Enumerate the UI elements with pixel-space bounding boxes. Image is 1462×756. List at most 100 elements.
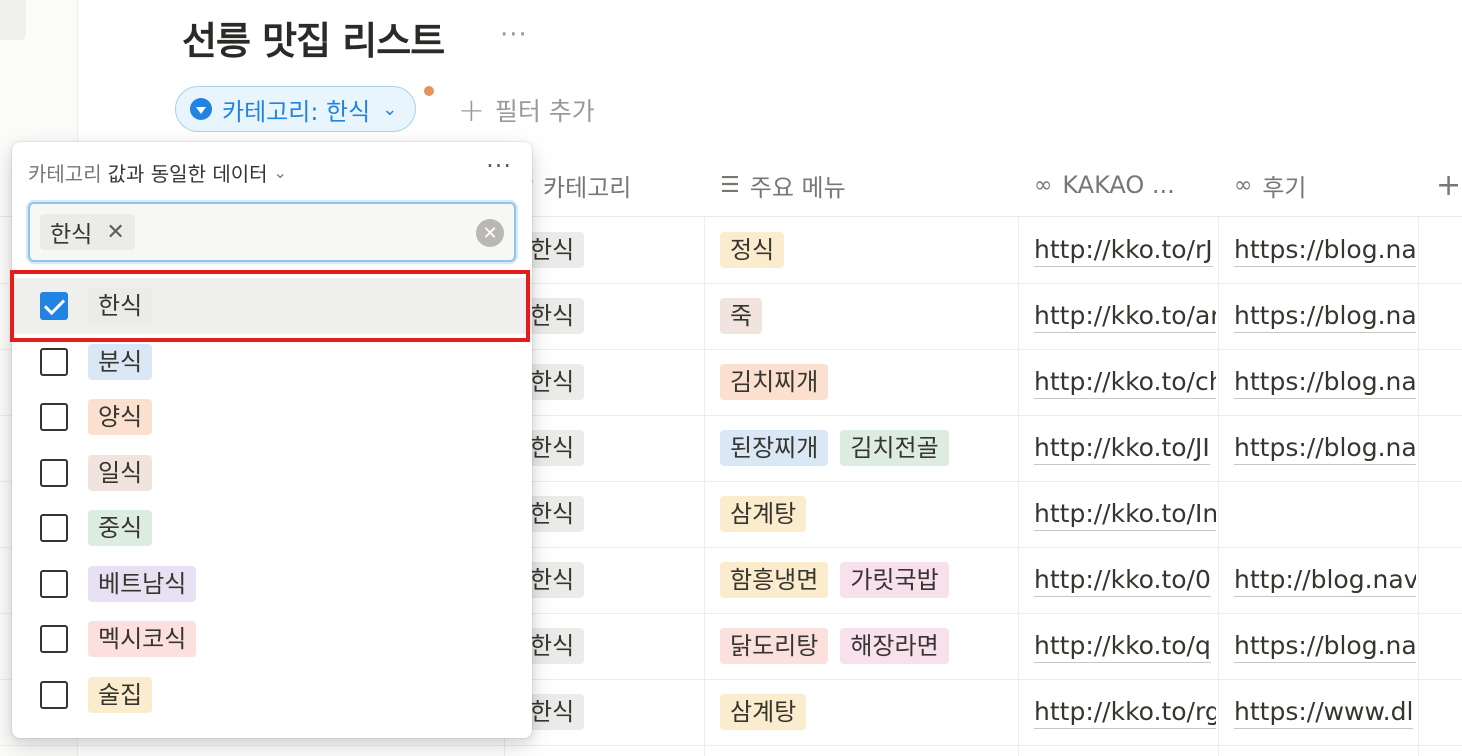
review-link[interactable]: https://blog.na [1234, 614, 1416, 678]
table-row[interactable]: 한식 [524, 548, 585, 612]
chevron-down-icon: ⌄ [273, 163, 287, 182]
table-row[interactable]: 한식 [524, 482, 585, 546]
add-filter-button[interactable]: + 필터 추가 [458, 92, 595, 128]
category-tag: 한식 [524, 364, 585, 400]
page-title: 선릉 맛집 리스트 [182, 19, 445, 63]
link-text: https://blog.na [1234, 300, 1416, 333]
kakao-link[interactable]: http://kko.to/0 [1034, 548, 1216, 612]
option-4[interactable]: 일식 [12, 445, 532, 501]
filter-dropdown: 카테고리 값과 동일한 데이터 ⌄ ··· 한식 ✕ ✕ 한식 분식 양식 일식 중식 베… [12, 142, 532, 738]
filter-condition-selector[interactable]: 카테고리 값과 동일한 데이터 ⌄ [28, 158, 287, 187]
kakao-link[interactable]: http://kko.to/rJ [1034, 218, 1216, 282]
checkbox[interactable] [40, 347, 68, 376]
review-link[interactable]: https://blog.na [1234, 284, 1416, 348]
selected-token: 한식 ✕ [40, 214, 135, 250]
review-link[interactable]: https://blog.na [1234, 218, 1416, 282]
option-tag: 일식 [88, 454, 153, 491]
link-text: http://kko.to/q [1034, 630, 1211, 663]
kakao-link[interactable]: http://kko.to/ar [1034, 284, 1216, 348]
option-7[interactable]: 멕시코식 [12, 611, 532, 667]
kakao-link[interactable]: http://kko.to/q [1034, 614, 1216, 678]
category-tag: 한식 [524, 232, 585, 268]
option-5[interactable]: 중식 [12, 500, 532, 556]
category-filter-chip[interactable]: 카테고리: 한식 ⌄ [175, 86, 417, 132]
kakao-link[interactable]: http://kko.to/JI [1034, 416, 1216, 480]
checkbox[interactable] [40, 680, 68, 709]
checkbox[interactable] [40, 403, 68, 431]
table-row[interactable]: 한식 [524, 680, 585, 744]
menu-cell[interactable]: 삼계탕 [720, 680, 1010, 744]
link-text: http://kko.to/In [1034, 498, 1216, 531]
menu-cell[interactable]: 된장찌개 김치전골 [720, 416, 1010, 480]
column-header-label: 후기 [1262, 173, 1307, 202]
menu-cell[interactable]: 함흥냉면 가릿국밥 [720, 548, 1010, 612]
option-6[interactable]: 베트남식 [12, 556, 532, 612]
option-tag: 분식 [88, 343, 153, 380]
menu-tag: 닭도리탕 [720, 628, 829, 664]
link-text: http://kko.to/ch [1034, 366, 1216, 399]
menu-tag: 김치찌개 [720, 364, 829, 400]
menu-cell[interactable]: 닭도리탕 해장라면 [720, 614, 1010, 678]
kakao-link[interactable]: http://kko.to/ch [1034, 350, 1216, 414]
table-row[interactable]: 한식 [524, 218, 585, 282]
menu-tag: 삼계탕 [720, 694, 807, 730]
link-text: https://blog.na [1234, 366, 1416, 399]
category-tag: 한식 [524, 496, 585, 532]
kakao-link[interactable]: http://kko.to/rg [1034, 680, 1216, 744]
option-tag: 멕시코식 [88, 621, 197, 657]
divider [1218, 216, 1219, 756]
review-link[interactable]: https://blog.na [1234, 416, 1416, 480]
checkbox[interactable] [40, 625, 68, 653]
link-text: http://kko.to/0 [1034, 564, 1211, 597]
menu-cell[interactable]: 삼계탕 [720, 482, 1010, 546]
clear-icon[interactable]: ✕ [476, 219, 504, 247]
link-text: http://kko.to/JI [1034, 432, 1210, 465]
review-link[interactable]: http://blog.nav [1234, 548, 1416, 612]
option-3[interactable]: 양식 [12, 389, 532, 445]
sidebar-item[interactable] [0, 0, 26, 40]
column-header[interactable]: ▾카테고리 [522, 160, 631, 210]
column-header-label: KAKAO ... [1062, 171, 1175, 199]
table-row[interactable]: 한식 [524, 416, 585, 480]
table-row[interactable]: 한식 [524, 614, 585, 678]
category-tag: 한식 [524, 694, 585, 730]
column-header[interactable]: ☰ 주요 메뉴 [720, 160, 846, 210]
table-row[interactable]: 한식 [524, 350, 585, 414]
highlight-box [10, 270, 530, 342]
checkbox[interactable] [40, 458, 68, 487]
column-header[interactable]: ∞ 후기 [1234, 160, 1307, 210]
category-tag: 한식 [524, 430, 585, 466]
menu-cell[interactable]: 김치찌개 [720, 350, 1010, 414]
filter-chip-label: 카테고리: 한식 [222, 97, 371, 126]
menu-tag: 된장찌개 [720, 430, 829, 466]
kakao-link[interactable]: http://kko.to/In [1034, 482, 1216, 546]
menu-tag: 죽 [720, 298, 763, 334]
menu-cell[interactable]: 정식 [720, 218, 1010, 282]
menu-tag: 삼계탕 [720, 496, 807, 532]
chevron-down-icon: ⌄ [382, 98, 398, 120]
filter-active-dot [422, 84, 436, 98]
checkbox[interactable] [40, 569, 68, 598]
list-icon: ☰ [720, 172, 740, 198]
more-options-icon[interactable]: ··· [500, 20, 528, 50]
filter-search-input[interactable]: 한식 ✕ ✕ [28, 202, 516, 262]
checkbox[interactable] [40, 514, 68, 542]
link-text: https://blog.na [1234, 432, 1416, 465]
column-header[interactable]: ∞ KAKAO ... [1034, 160, 1175, 210]
link-icon: ∞ [1234, 172, 1253, 198]
menu-tag: 가릿국밥 [840, 562, 949, 598]
review-link[interactable]: https://blog.na [1234, 350, 1416, 414]
add-column-button[interactable]: + [1436, 160, 1461, 210]
plus-icon: + [458, 91, 485, 129]
option-tag: 양식 [88, 399, 153, 435]
review-link[interactable]: https://www.dl [1234, 680, 1416, 744]
menu-cell[interactable]: 죽 [720, 284, 1010, 348]
table-row[interactable]: 한식 [524, 284, 585, 348]
divider [1418, 216, 1419, 756]
column-header-label: 카테고리 [543, 173, 632, 202]
option-8[interactable]: 술집 [12, 667, 532, 723]
more-options-icon[interactable]: ··· [486, 152, 512, 180]
add-filter-label: 필터 추가 [494, 97, 595, 126]
remove-token-icon[interactable]: ✕ [106, 220, 124, 245]
link-text: http://kko.to/rJ [1034, 234, 1213, 267]
